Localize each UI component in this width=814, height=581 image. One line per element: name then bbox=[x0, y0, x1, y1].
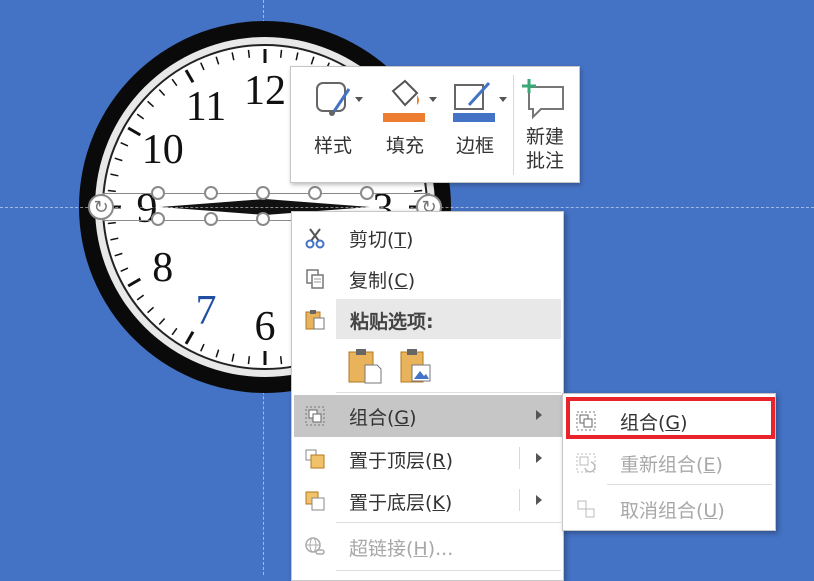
submenu-item-regroup[interactable]: 重新组合(E) bbox=[565, 442, 773, 482]
clock-numeral: 11 bbox=[186, 84, 226, 130]
paste-icon bbox=[305, 310, 325, 330]
menu-item-cut[interactable]: 剪切(T) bbox=[294, 217, 562, 257]
context-menu: 剪切(T) 复制(C) 粘贴选项: 组合(G) 置于顶层(R) 置于底层(K) … bbox=[291, 211, 564, 581]
submenu-item-regroup-label: 重新组合(E) bbox=[620, 454, 723, 476]
menu-divider bbox=[336, 570, 561, 571]
fill-button[interactable]: 填充 bbox=[375, 75, 437, 175]
resize-handle[interactable] bbox=[151, 212, 165, 226]
submenu-item-ungroup-label: 取消组合(U) bbox=[620, 500, 725, 522]
submenu-item-ungroup[interactable]: 取消组合(U) bbox=[565, 488, 773, 528]
clock-numeral: 10 bbox=[142, 127, 184, 173]
comment-add-icon bbox=[515, 75, 575, 123]
clock-numeral: 8 bbox=[152, 245, 173, 291]
submenu-arrow-icon bbox=[536, 410, 542, 420]
menu-item-copy-label: 复制(C) bbox=[349, 270, 416, 292]
menu-item-hyperlink-label: 超链接(H)... bbox=[349, 538, 454, 560]
paste-as-picture-icon[interactable] bbox=[399, 347, 433, 385]
paste-options-label: 粘贴选项: bbox=[350, 311, 434, 333]
highlight-annotation bbox=[566, 397, 775, 439]
scissors-icon bbox=[305, 228, 325, 249]
menu-divider bbox=[336, 522, 561, 523]
submenu-arrow-icon[interactable] bbox=[536, 495, 542, 505]
menu-item-bring-to-front-label: 置于顶层(R) bbox=[349, 450, 454, 472]
resize-handle[interactable] bbox=[256, 186, 270, 200]
border-button[interactable]: 边框 bbox=[445, 75, 507, 175]
resize-handle[interactable] bbox=[360, 186, 374, 200]
clock-tick bbox=[247, 356, 251, 365]
paste-keep-formatting-icon[interactable] bbox=[347, 347, 383, 385]
new-comment-label: 新建 批注 bbox=[515, 125, 575, 173]
menu-divider bbox=[336, 392, 561, 393]
fill-label: 填充 bbox=[385, 135, 424, 157]
new-comment-label-line2: 批注 bbox=[525, 150, 564, 172]
menu-item-group-label: 组合(G) bbox=[349, 407, 417, 429]
resize-handle[interactable] bbox=[151, 186, 165, 200]
paste-options-header: 粘贴选项: bbox=[336, 299, 561, 339]
clock-numeral: 7 bbox=[196, 288, 217, 334]
ungroup-icon bbox=[577, 500, 595, 518]
clock-tick bbox=[279, 49, 283, 58]
toolbar-divider bbox=[513, 75, 514, 175]
clock-numeral: 12 bbox=[244, 68, 286, 114]
bring-to-front-icon bbox=[305, 449, 325, 469]
send-to-back-icon bbox=[305, 491, 325, 511]
menu-item-send-to-back-label: 置于底层(K) bbox=[349, 492, 453, 514]
clock-tick bbox=[107, 189, 116, 193]
clock-tick bbox=[247, 49, 251, 58]
submenu-divider bbox=[607, 484, 772, 485]
regroup-icon bbox=[576, 453, 596, 473]
clock-tick bbox=[107, 221, 116, 225]
clock-tick bbox=[279, 356, 283, 365]
rotate-handle-icon[interactable]: ↻ bbox=[88, 194, 114, 220]
menu-item-bring-to-front[interactable]: 置于顶层(R) bbox=[294, 438, 562, 478]
new-comment-button[interactable]: 新建 批注 bbox=[515, 75, 575, 175]
copy-icon bbox=[306, 269, 324, 289]
split-divider bbox=[519, 447, 520, 469]
menu-item-group[interactable]: 组合(G) bbox=[294, 395, 562, 437]
style-label: 样式 bbox=[313, 135, 352, 157]
hyperlink-icon bbox=[305, 537, 325, 555]
menu-item-copy[interactable]: 复制(C) bbox=[294, 258, 562, 298]
style-button[interactable]: 样式 bbox=[303, 75, 363, 175]
border-pen-icon bbox=[445, 75, 507, 123]
shape-style-icon bbox=[303, 75, 363, 123]
clock-tick bbox=[414, 189, 423, 193]
resize-handle[interactable] bbox=[204, 212, 218, 226]
fill-bucket-icon bbox=[375, 75, 437, 123]
clock-numeral: 6 bbox=[255, 304, 276, 350]
menu-item-send-to-back[interactable]: 置于底层(K) bbox=[294, 480, 562, 520]
submenu-arrow-icon[interactable] bbox=[536, 453, 542, 463]
new-comment-label-line1: 新建 bbox=[525, 126, 564, 148]
mini-toolbar: 样式 填充 边框 新建 批注 bbox=[290, 66, 580, 183]
split-divider bbox=[519, 489, 520, 511]
menu-item-cut-label: 剪切(T) bbox=[349, 229, 414, 251]
group-icon bbox=[305, 406, 325, 426]
border-label: 边框 bbox=[455, 135, 494, 157]
resize-handle[interactable] bbox=[204, 186, 218, 200]
resize-handle[interactable] bbox=[256, 212, 270, 226]
menu-item-hyperlink[interactable]: 超链接(H)... bbox=[294, 526, 562, 566]
resize-handle[interactable] bbox=[308, 186, 322, 200]
